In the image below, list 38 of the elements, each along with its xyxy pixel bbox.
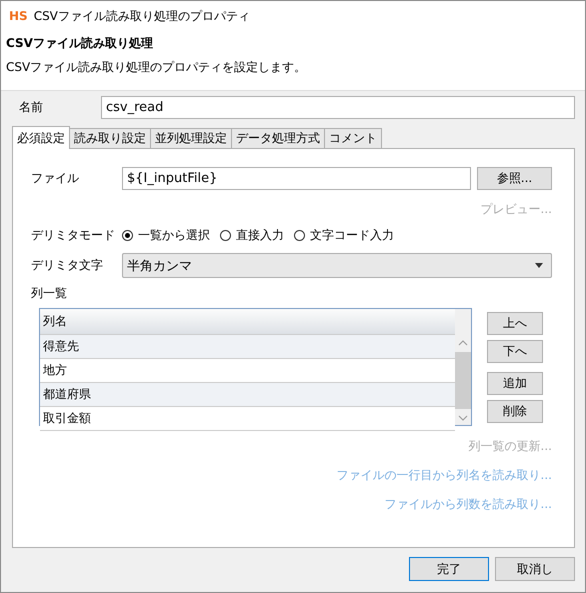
scrollbar-thumb[interactable] xyxy=(455,352,471,409)
column-list-label: 列一覧 xyxy=(31,285,68,302)
tab[interactable]: 読み取り設定 xyxy=(69,128,151,148)
radio-option[interactable]: 直接入力 xyxy=(220,227,284,244)
radio-option[interactable]: 文字コード入力 xyxy=(294,227,394,244)
app-logo: HS xyxy=(9,9,28,23)
tab[interactable]: 並列処理設定 xyxy=(150,128,232,148)
file-field[interactable]: ${I_inputFile} xyxy=(122,167,471,190)
name-label: 名前 xyxy=(18,98,44,116)
dialog-button[interactable]: 取消し xyxy=(495,557,575,581)
tab[interactable]: データ処理方式 xyxy=(231,128,325,148)
radio-button[interactable] xyxy=(220,230,231,241)
delimiter-dropdown[interactable]: 半角カンマ xyxy=(122,253,552,278)
browse-button[interactable]: 参照... xyxy=(477,167,552,190)
delimiter-char-label: デリミタ文字 xyxy=(31,257,104,274)
list-button[interactable]: 追加 xyxy=(487,372,543,395)
tab[interactable]: 必須設定 xyxy=(12,126,70,149)
scroll-up-icon[interactable] xyxy=(458,340,468,346)
scrollbar[interactable] xyxy=(455,309,471,425)
radio-button[interactable] xyxy=(122,230,133,241)
window-title: CSVファイル読み取り処理のプロパティ xyxy=(34,8,250,24)
table-row[interactable]: 都道府県 xyxy=(40,383,455,407)
radio-button[interactable] xyxy=(294,230,305,241)
delimiter-mode-label: デリミタモード xyxy=(31,227,116,244)
column-header: 列名 xyxy=(40,309,455,335)
tab[interactable]: コメント xyxy=(324,128,382,148)
file-label: ファイル xyxy=(31,170,80,187)
list-button[interactable]: 削除 xyxy=(487,400,543,423)
caret-icon xyxy=(535,263,543,268)
name-field[interactable]: csv_read xyxy=(101,96,575,118)
list-button[interactable]: 下へ xyxy=(487,340,543,363)
radio-option[interactable]: 一覧から選択 xyxy=(122,227,210,244)
dialog-button[interactable]: 完了 xyxy=(409,557,489,581)
scroll-down-icon[interactable] xyxy=(458,415,468,421)
header-title: CSVファイル読み取り処理 xyxy=(6,35,154,52)
table-row[interactable]: 得意先 xyxy=(40,335,455,359)
header-description: CSVファイル読み取り処理のプロパティを設定します。 xyxy=(6,59,308,76)
list-button[interactable]: 上へ xyxy=(487,312,543,335)
